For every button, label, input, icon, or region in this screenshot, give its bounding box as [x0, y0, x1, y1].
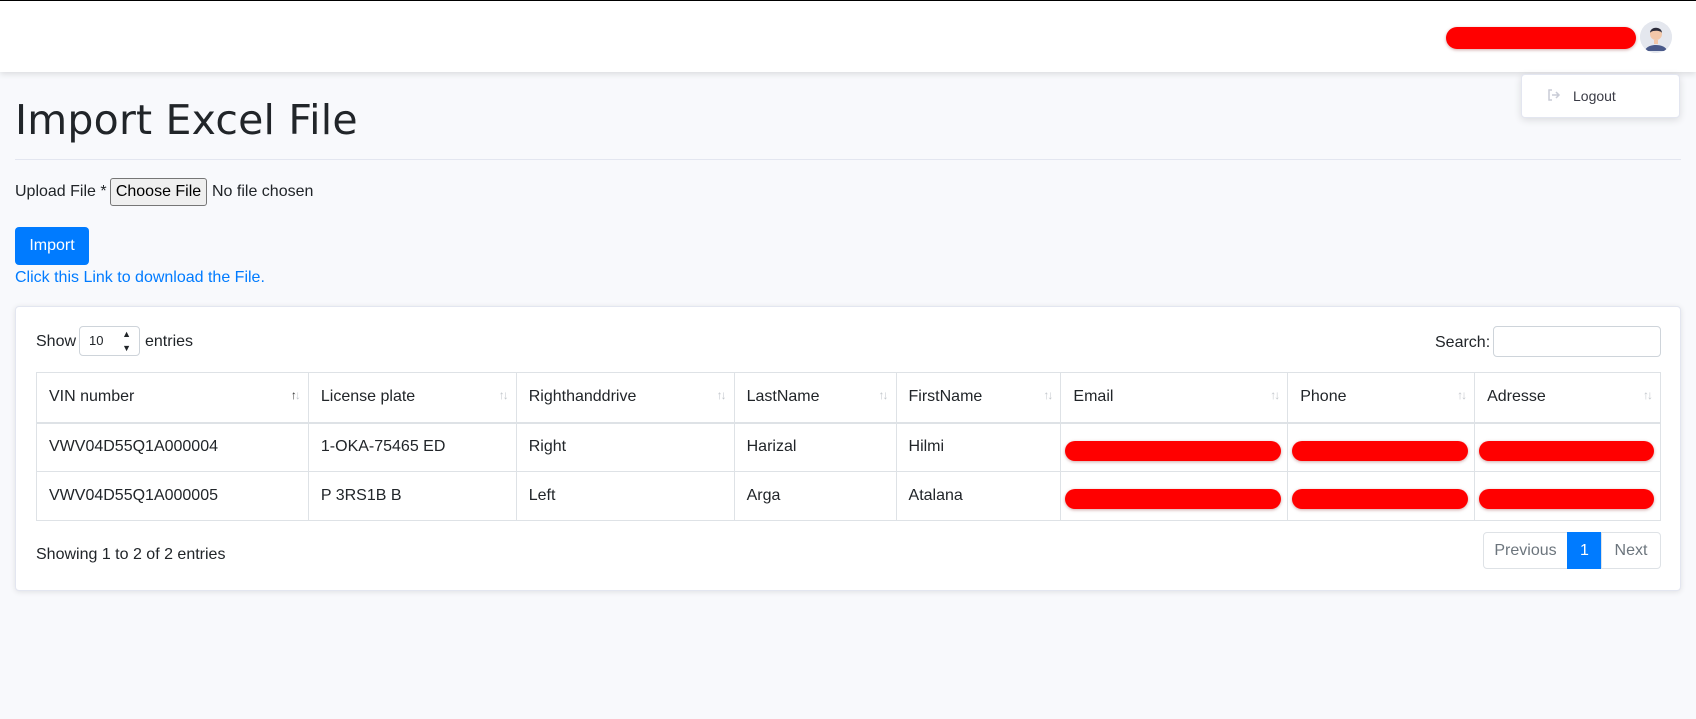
redacted-address	[1479, 440, 1654, 461]
sort-icon: ↑↓	[878, 388, 889, 402]
column-header-license-plate[interactable]: License plate ↑↓	[307, 372, 517, 424]
logout-menu-item[interactable]: Logout	[1573, 88, 1616, 104]
upload-file-label: Upload File *	[15, 183, 107, 200]
cell-email	[1060, 471, 1289, 521]
cell-adresse	[1474, 422, 1661, 472]
redacted-phone	[1292, 489, 1469, 509]
sort-icon: ↑↓	[1643, 388, 1653, 402]
cell-email	[1060, 422, 1289, 472]
column-header-adresse[interactable]: Adresse ↑↓	[1474, 372, 1661, 424]
column-header-phone[interactable]: Phone ↑↓	[1287, 372, 1476, 424]
cell-phone	[1287, 422, 1476, 472]
column-header-righthanddrive[interactable]: Righthanddrive ↑↓	[515, 372, 735, 424]
sort-icon: ↑↓	[1457, 388, 1467, 402]
import-button[interactable]: Import	[15, 227, 89, 265]
cell-lastname: Arga	[733, 471, 897, 521]
column-header-email[interactable]: Email ↑↓	[1060, 372, 1289, 424]
table-header-row: VIN number ↑↓ License plate ↑↓ Righthanddr…	[36, 372, 1661, 424]
sort-icon: ↑↓	[716, 388, 727, 402]
table-row[interactable]: VWV04D55Q1A000005 P 3RS1B B Left Arga At…	[36, 471, 1661, 521]
user-name-redacted[interactable]	[1446, 27, 1636, 49]
cell-license-plate: P 3RS1B B	[307, 471, 517, 521]
cell-vin: VWV04D55Q1A000005	[36, 471, 309, 521]
user-dropdown-menu: Logout	[1521, 74, 1680, 118]
column-header-lastname[interactable]: LastName ↑↓	[733, 372, 897, 424]
search-input[interactable]	[1493, 326, 1661, 357]
table-info: Showing 1 to 2 of 2 entries	[36, 546, 226, 563]
redacted-email	[1065, 489, 1282, 509]
sort-icon: ↑↓	[1270, 388, 1280, 402]
cell-vin: VWV04D55Q1A000004	[36, 422, 309, 472]
redacted-phone	[1292, 440, 1469, 461]
length-show-label: Show	[36, 333, 77, 350]
logout-icon	[1548, 89, 1561, 101]
sort-icon: ↑↓	[498, 388, 509, 402]
pagination-previous[interactable]: Previous	[1483, 532, 1568, 569]
search-label: Search:	[1435, 334, 1491, 351]
column-header-firstname[interactable]: FirstName ↑↓	[895, 372, 1062, 424]
sort-icon: ↑↓	[1043, 388, 1053, 402]
cell-righthanddrive: Left	[515, 471, 735, 521]
choose-file-button[interactable]: Choose File	[110, 178, 207, 206]
pagination: Previous 1 Next	[1483, 532, 1661, 569]
cell-license-plate: 1-OKA-75465 ED	[307, 422, 517, 472]
column-header-vin[interactable]: VIN number ↑↓	[36, 372, 309, 424]
download-template-link[interactable]: Click this Link to download the File.	[15, 269, 265, 287]
page-title: Import Excel File	[15, 96, 358, 144]
file-status-text: No file chosen	[212, 183, 314, 200]
entries-per-page-value: 10	[89, 333, 104, 348]
cell-firstname: Atalana	[895, 471, 1062, 521]
pagination-next[interactable]: Next	[1601, 532, 1661, 569]
sort-ascending-icon: ↑↓	[290, 388, 301, 402]
length-entries-label: entries	[145, 333, 194, 350]
cell-phone	[1287, 471, 1476, 521]
redacted-email	[1065, 440, 1282, 461]
select-arrows-icon: ▲ ▼	[122, 329, 131, 353]
cell-righthanddrive: Right	[515, 422, 735, 472]
cell-adresse	[1474, 471, 1661, 521]
pagination-page-1[interactable]: 1	[1567, 532, 1602, 569]
cell-lastname: Harizal	[733, 422, 897, 472]
cell-firstname: Hilmi	[895, 422, 1062, 472]
vehicles-table: VIN number ↑↓ License plate ↑↓ Righthanddr…	[36, 372, 1661, 521]
avatar[interactable]	[1640, 21, 1672, 53]
topbar	[0, 0, 1696, 72]
redacted-address	[1479, 489, 1654, 509]
divider	[15, 159, 1681, 160]
user-avatar-icon	[1640, 21, 1672, 53]
entries-per-page-select[interactable]: 10 ▲ ▼	[79, 326, 140, 356]
table-row[interactable]: VWV04D55Q1A000004 1-OKA-75465 ED Right H…	[36, 422, 1661, 472]
